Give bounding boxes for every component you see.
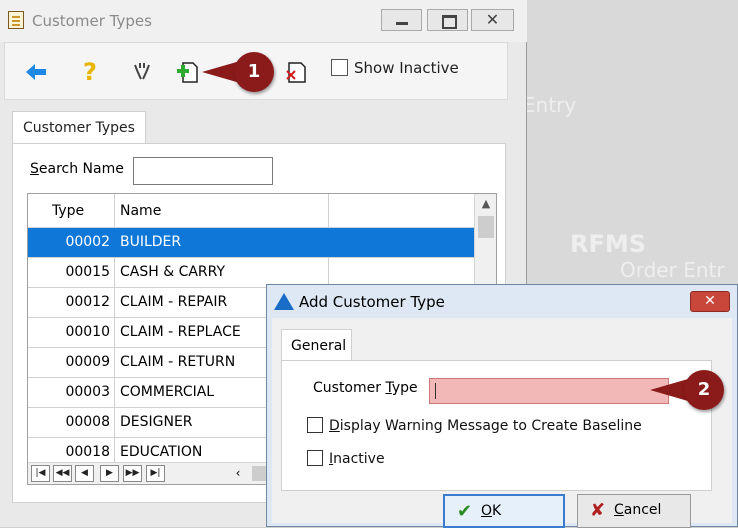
display-warning-checkbox[interactable]: Display Warning Message to Create Baseli… [307, 417, 642, 434]
tab-customer-types[interactable]: Customer Types [12, 111, 146, 144]
maximize-icon [428, 10, 467, 30]
cancel-button[interactable]: ✘ Cancel [577, 494, 691, 528]
next-record-icon[interactable]: ▶ [100, 465, 119, 482]
customer-type-label: Customer Type [313, 380, 418, 396]
tab-general[interactable]: General [281, 329, 352, 361]
next-page-icon[interactable]: ▶▶ [123, 465, 142, 482]
delete-document-icon[interactable] [285, 59, 311, 85]
customer-type-input[interactable] [429, 378, 669, 404]
first-record-icon[interactable]: |◀ [31, 465, 50, 482]
grid-header: Type Name [28, 194, 474, 228]
app-logo-icon [274, 293, 294, 310]
checkbox-box[interactable] [331, 59, 348, 76]
close-icon: ✕ [704, 293, 716, 309]
tools-icon[interactable] [129, 59, 155, 85]
callout-pointer [650, 379, 688, 401]
callout-1: 1 [202, 52, 282, 92]
show-inactive-checkbox[interactable]: Show Inactive [331, 59, 459, 77]
add-new-icon[interactable] [175, 59, 201, 85]
last-record-icon[interactable]: ▶| [146, 465, 165, 482]
maximize-button[interactable] [427, 9, 468, 31]
ok-button[interactable]: ✔ OK [443, 494, 565, 528]
inactive-checkbox[interactable]: Inactive [307, 450, 385, 467]
close-icon: ✕ [485, 10, 500, 29]
title-bar[interactable]: Customer Types ✕ [0, 0, 527, 42]
column-header-type[interactable]: Type [52, 203, 84, 219]
dialog-close-button[interactable]: ✕ [690, 291, 730, 312]
watermark-logo: RFMS [570, 230, 647, 258]
search-name-input[interactable] [133, 157, 273, 185]
back-arrow-icon[interactable] [23, 59, 49, 85]
notepad-icon [8, 11, 24, 29]
search-name-label: Search Name [30, 161, 124, 177]
show-inactive-label: Show Inactive [354, 59, 459, 77]
callout-2: 2 [650, 370, 730, 410]
dialog-title: Add Customer Type [299, 293, 445, 311]
ok-label: OK [481, 503, 502, 519]
column-header-name[interactable]: Name [120, 203, 161, 219]
watermark-text: Entry [523, 93, 577, 117]
minimize-button[interactable] [381, 9, 422, 31]
checkbox-box[interactable] [307, 417, 323, 433]
scroll-up-icon[interactable]: ▲ [475, 194, 496, 214]
x-mark-icon: ✘ [590, 500, 606, 521]
previous-page-icon[interactable]: ◀◀ [53, 465, 72, 482]
window-title: Customer Types [32, 12, 152, 30]
scroll-left-icon[interactable]: ‹ [228, 465, 248, 482]
minimize-icon [382, 10, 421, 30]
watermark-text: Order Entr [620, 258, 725, 282]
close-button[interactable]: ✕ [471, 9, 514, 31]
checkmark-icon: ✔ [457, 501, 473, 522]
scroll-thumb[interactable] [478, 216, 494, 238]
checkbox-box[interactable] [307, 450, 323, 466]
callout-number: 1 [234, 52, 274, 92]
cancel-label: Cancel [614, 502, 662, 518]
help-icon[interactable]: ? [77, 59, 103, 85]
previous-record-icon[interactable]: ◀ [75, 465, 94, 482]
callout-number: 2 [684, 370, 724, 410]
table-row[interactable]: 00002 BUILDER [28, 228, 474, 258]
